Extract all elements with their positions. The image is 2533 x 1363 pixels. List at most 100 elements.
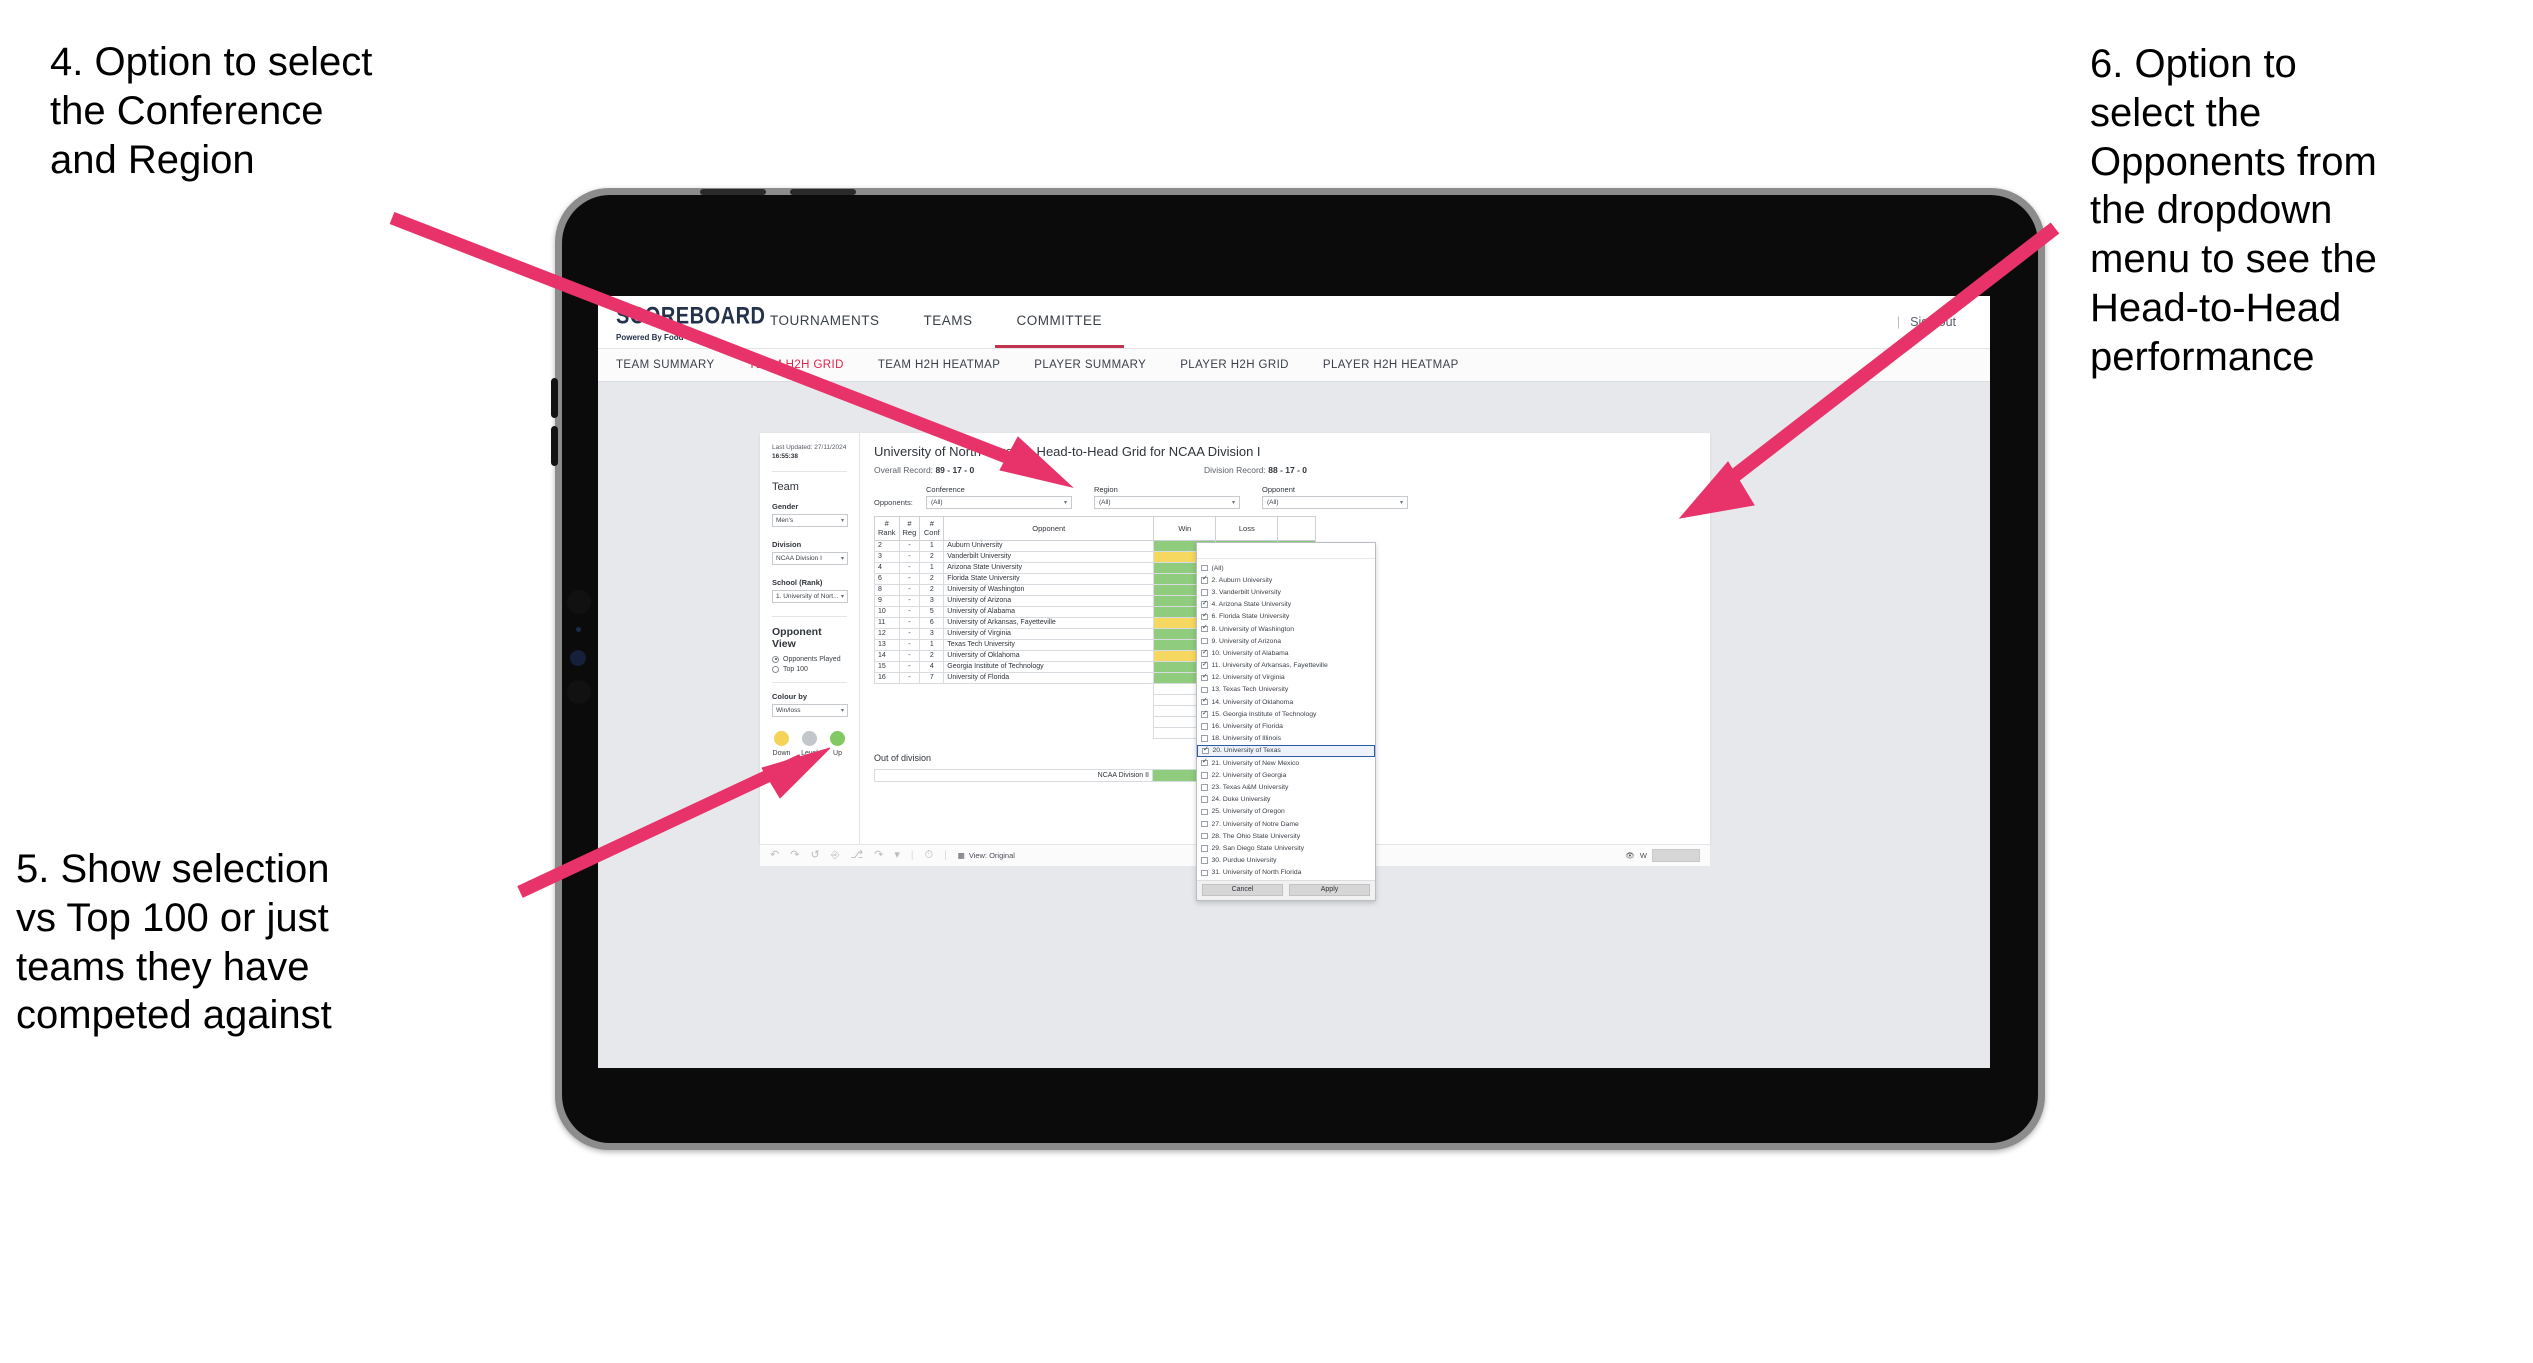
checkbox-icon[interactable] — [1201, 600, 1208, 608]
dropdown-option[interactable]: 9. University of Arizona — [1197, 635, 1375, 647]
cancel-button[interactable]: Cancel — [1202, 883, 1283, 896]
sign-out-link[interactable]: Sign out — [1910, 315, 1956, 329]
subnav-item-player-summary[interactable]: PLAYER SUMMARY — [1034, 359, 1146, 371]
checkbox-icon[interactable] — [1201, 772, 1208, 779]
region-filter-select[interactable]: (All) ▾ — [1094, 496, 1240, 509]
app-logo[interactable]: SCOREBOARD Powered By Food — [598, 304, 765, 348]
watch-icon[interactable]: 👁 — [1625, 851, 1635, 860]
nav-item-teams[interactable]: TEAMS — [902, 296, 995, 348]
dropdown-option[interactable]: 29. San Diego State University — [1197, 842, 1375, 854]
col-header-rank[interactable]: # Rank — [874, 516, 900, 541]
dropdown-option[interactable]: 20. University of Texas — [1197, 744, 1375, 757]
nav-item-committee[interactable]: COMMITTEE — [994, 296, 1125, 348]
dropdown-option[interactable]: 28. The Ohio State University — [1197, 830, 1375, 842]
checkbox-icon[interactable] — [1201, 735, 1208, 742]
subnav-item-team-h2h-heatmap[interactable]: TEAM H2H HEATMAP — [878, 359, 1000, 371]
chevron-down-icon[interactable]: ▾ — [894, 850, 900, 861]
checkbox-icon[interactable] — [1201, 564, 1208, 572]
checkbox-icon[interactable] — [1201, 624, 1208, 633]
checkbox-icon[interactable] — [1201, 612, 1208, 621]
checkbox-icon[interactable] — [1201, 796, 1208, 803]
subnav-item-team-h2h-grid[interactable]: TEAM H2H GRID — [749, 359, 844, 371]
opponent-filter-select[interactable]: (All) ▾ — [1262, 496, 1408, 509]
checkbox-icon[interactable] — [1201, 697, 1208, 706]
checkbox-icon[interactable] — [1201, 758, 1208, 767]
radio-top-100[interactable]: Top 100 — [772, 665, 847, 673]
dropdown-option[interactable]: 11. University of Arkansas, Fayetteville — [1197, 660, 1375, 672]
col-header-loss[interactable]: Loss — [1215, 516, 1279, 541]
dropdown-option[interactable]: 18. University of Illinois — [1197, 733, 1375, 745]
tablet-button-volume-up[interactable] — [551, 378, 558, 418]
division-select[interactable]: NCAA Division I ▾ — [772, 551, 848, 565]
col-header-opponent[interactable]: Opponent — [943, 516, 1155, 541]
apply-button[interactable]: Apply — [1289, 883, 1370, 896]
dropdown-option[interactable]: 4. Arizona State University — [1197, 599, 1375, 611]
opponents-inline-label: Opponents: — [874, 498, 913, 507]
col-header-win[interactable]: Win — [1153, 516, 1217, 541]
cell-reg: - — [898, 539, 921, 552]
subnav-item-player-h2h-grid[interactable]: PLAYER H2H GRID — [1180, 359, 1289, 371]
dropdown-option[interactable]: 31. University of North Florida — [1197, 867, 1375, 879]
cell-reg: - — [898, 572, 921, 585]
checkbox-icon[interactable] — [1201, 686, 1208, 694]
conference-filter-select[interactable]: (All) ▾ — [926, 496, 1072, 509]
checkbox-icon[interactable] — [1201, 589, 1208, 596]
share-icon[interactable]: ↷ — [874, 850, 883, 861]
dropdown-option[interactable]: 30. Purdue University — [1197, 855, 1375, 867]
alerts-icon[interactable]: ⏱ — [925, 850, 934, 861]
dropdown-option[interactable]: 13. Texas Tech University — [1197, 684, 1375, 696]
dropdown-option[interactable]: 22. University of Georgia — [1197, 769, 1375, 781]
checkbox-icon[interactable] — [1201, 649, 1208, 657]
undo-icon[interactable]: ↶ — [770, 850, 779, 861]
dropdown-option[interactable]: 25. University of Oregon — [1197, 806, 1375, 818]
school-select[interactable]: 1. University of Nort... ▾ — [772, 589, 848, 603]
dropdown-option[interactable]: 16. University of Florida — [1197, 720, 1375, 732]
checkbox-icon[interactable] — [1201, 661, 1208, 669]
dropdown-option[interactable]: (All) — [1197, 562, 1375, 574]
revert-icon[interactable]: ↺ — [810, 850, 819, 861]
checkbox-icon[interactable] — [1201, 784, 1208, 791]
dropdown-option[interactable]: 8. University of Washington — [1197, 623, 1375, 635]
opponent-dropdown-search[interactable] — [1197, 543, 1375, 559]
checkbox-icon[interactable] — [1201, 673, 1208, 682]
cell-conf: 4 — [919, 660, 945, 673]
checkbox-icon[interactable] — [1201, 637, 1208, 645]
toolbar-swatch[interactable] — [1652, 849, 1700, 862]
refresh-data-icon[interactable]: ⎆ — [831, 850, 840, 861]
checkbox-icon[interactable] — [1201, 820, 1208, 828]
nav-item-tournaments[interactable]: TOURNAMENTS — [748, 296, 902, 348]
checkbox-icon[interactable] — [1201, 710, 1208, 718]
dropdown-option[interactable]: 24. Duke University — [1197, 794, 1375, 806]
tablet-button-volume-down[interactable] — [551, 426, 558, 466]
gender-select[interactable]: Men's ▾ — [772, 513, 848, 527]
dropdown-option[interactable]: 21. University of New Mexico — [1197, 757, 1375, 769]
checkbox-icon[interactable] — [1201, 576, 1208, 584]
view-original-button[interactable]: ▦ View: Original — [958, 851, 1015, 860]
checkbox-icon[interactable] — [1202, 746, 1209, 755]
checkbox-icon[interactable] — [1201, 723, 1208, 730]
checkbox-icon[interactable] — [1201, 845, 1208, 852]
subnav-item-player-h2h-heatmap[interactable]: PLAYER H2H HEATMAP — [1323, 359, 1459, 371]
redo-icon[interactable]: ↷ — [790, 850, 799, 861]
checkbox-icon[interactable] — [1201, 857, 1208, 864]
dropdown-option[interactable]: 6. Florida State University — [1197, 611, 1375, 623]
dropdown-option[interactable]: 12. University of Virginia — [1197, 672, 1375, 684]
dropdown-option[interactable]: 15. Georgia Institute of Technology — [1197, 708, 1375, 720]
colour-by-select[interactable]: Win/loss ▾ — [772, 703, 848, 717]
checkbox-icon[interactable] — [1201, 832, 1208, 840]
dropdown-option[interactable]: 3. Vanderbilt University — [1197, 586, 1375, 598]
conference-filter: Conference (All) ▾ — [926, 485, 1072, 509]
col-header-conf[interactable]: # Conf — [919, 516, 945, 541]
subnav-item-team-summary[interactable]: TEAM SUMMARY — [616, 359, 715, 371]
radio-opponents-played[interactable]: Opponents Played — [772, 655, 847, 663]
dropdown-option[interactable]: 27. University of Notre Dame — [1197, 818, 1375, 830]
dropdown-option[interactable]: 14. University of Oklahoma — [1197, 696, 1375, 708]
checkbox-icon[interactable] — [1201, 869, 1208, 877]
dropdown-option[interactable]: 10. University of Alabama — [1197, 647, 1375, 659]
dropdown-option[interactable]: 2. Auburn University — [1197, 574, 1375, 586]
pause-icon[interactable]: ⎇ — [850, 850, 863, 861]
chevron-down-icon: ▾ — [1231, 500, 1235, 506]
dropdown-option[interactable]: 23. Texas A&M University — [1197, 781, 1375, 793]
checkbox-icon[interactable] — [1201, 808, 1208, 816]
col-header-reg[interactable]: # Reg — [898, 516, 921, 541]
